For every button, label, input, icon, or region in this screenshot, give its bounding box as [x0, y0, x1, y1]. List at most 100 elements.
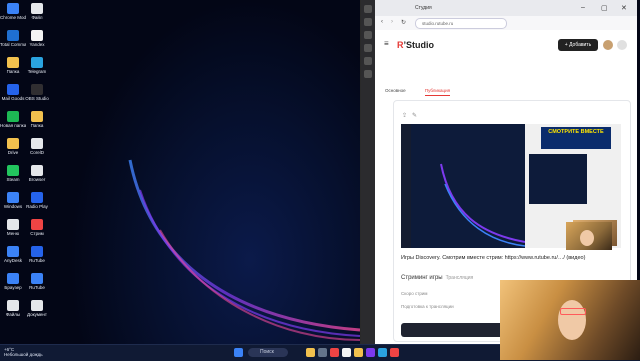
app-icon[interactable]: [354, 348, 363, 357]
desktop-icon-label: Browser: [28, 177, 46, 182]
telegram-icon[interactable]: [378, 348, 387, 357]
video-description: Игры Discovery. Смотрим вместе стрим: ht…: [401, 255, 586, 261]
profile-icon[interactable]: [617, 40, 627, 50]
forward-icon[interactable]: ›: [391, 19, 393, 25]
browser-titlebar: Студия – ▢ ✕: [375, 0, 637, 16]
avatar[interactable]: [603, 40, 613, 50]
desktop-icon[interactable]: Стрим: [24, 219, 50, 236]
app-icon[interactable]: [318, 348, 327, 357]
add-button[interactable]: + Добавить: [558, 39, 598, 51]
preview-desktop-icons: [401, 124, 411, 248]
desktop-icon[interactable]: Документ: [24, 300, 50, 317]
desktop-icon-label: RuTube: [29, 285, 45, 290]
desktop-icon[interactable]: Меню: [0, 219, 26, 236]
webcam-overlay-large: [500, 280, 640, 360]
desktop-icon[interactable]: Browser: [24, 165, 50, 182]
desktop-icon[interactable]: Telegram: [24, 57, 50, 74]
files-icon[interactable]: [306, 348, 315, 357]
edit-icon[interactable]: ✎: [412, 112, 417, 119]
webcam-face: [558, 300, 586, 340]
desktop-icon[interactable]: OBS Studio: [24, 84, 50, 101]
desktop-icon-glyph: [31, 111, 43, 122]
desktop-icon[interactable]: Drive: [0, 138, 26, 155]
desktop-icon-glyph: [31, 30, 43, 41]
desktop-icon-glyph: [7, 138, 19, 149]
webcam-glasses: [560, 308, 586, 315]
video-title: Стриминг игры Трансляция: [401, 275, 473, 281]
back-icon[interactable]: ‹: [381, 19, 383, 25]
vtab-icon[interactable]: [364, 18, 372, 26]
app-icon[interactable]: [390, 348, 399, 357]
desktop-icon[interactable]: Chrome Mode: [0, 3, 26, 20]
desktop-icon-glyph: [31, 3, 43, 14]
desktop-icon[interactable]: RuTube: [24, 246, 50, 263]
desktop-icon-glyph: [7, 84, 19, 95]
desktop-icon-label: Drive: [7, 150, 19, 155]
yandex-icon[interactable]: [342, 348, 351, 357]
taskbar-search[interactable]: Поиск: [248, 348, 288, 357]
desktop-icon[interactable]: Браузер: [0, 273, 26, 290]
desktop-icon[interactable]: Windows: [0, 192, 26, 209]
desktop-icon-label: Total Commander: [0, 42, 26, 47]
desktop-icon[interactable]: RuTube: [24, 273, 50, 290]
desktop-icon-glyph: [31, 219, 43, 230]
desktop-icon-label: Radio Play: [26, 204, 48, 209]
desktop-icon[interactable]: Папка: [24, 111, 50, 128]
desktop-icon-label: Папка: [30, 123, 44, 128]
desktop-icon-glyph: [31, 246, 43, 257]
video-title-text: Стриминг игры: [401, 275, 443, 281]
desktop-icon[interactable]: Yandex: [24, 30, 50, 47]
desktop-icon-glyph: [7, 165, 19, 176]
desktop-icon-glyph: [7, 30, 19, 41]
tab-title[interactable]: Студия: [415, 5, 432, 11]
tab-main[interactable]: Основное: [385, 88, 406, 93]
preview-banner: СМОТРИТЕ ВМЕСТЕ: [541, 127, 611, 149]
desktop-icon-label: Yandex: [29, 42, 45, 47]
tab-publish[interactable]: Публикация: [424, 88, 451, 96]
desktop-icon-glyph: [7, 57, 19, 68]
desktop-icon[interactable]: Steam: [0, 165, 26, 182]
desktop-icon-glyph: [31, 57, 43, 68]
desktop-icon[interactable]: Папка: [0, 57, 26, 74]
app-logo[interactable]: R’Studio: [397, 40, 434, 50]
card-line-1: Скоро стрим: [401, 291, 428, 296]
minimize-icon[interactable]: –: [581, 4, 585, 11]
vtab-icon[interactable]: [364, 57, 372, 65]
desktop-icon-label: Браузер: [4, 285, 22, 290]
desktop-icon[interactable]: Mail Goods: [0, 84, 26, 101]
address-bar: ‹ › ↻ studio.rutube.ru: [375, 16, 637, 31]
app-header: ≡ R’Studio + Добавить: [375, 30, 637, 60]
desktop-icon[interactable]: Total Commander: [0, 30, 26, 47]
vtab-icon[interactable]: [364, 5, 372, 13]
url-field[interactable]: studio.rutube.ru: [415, 18, 507, 29]
weather-text: Небольшой дождь: [4, 352, 43, 357]
desktop-icon-glyph: [7, 273, 19, 284]
desktop-icon-glyph: [7, 3, 19, 14]
reload-icon[interactable]: ↻: [401, 19, 406, 26]
desktop-icon[interactable]: AnyDesk: [0, 246, 26, 263]
weather-widget[interactable]: +6°C Небольшой дождь: [4, 347, 43, 357]
desktop-icon[interactable]: Новая папка: [0, 111, 26, 128]
start-icon[interactable]: [234, 348, 243, 357]
desktop-icon-label: Steam: [6, 177, 20, 182]
menu-icon[interactable]: ≡: [384, 39, 389, 48]
desktop-icon[interactable]: CorelD: [24, 138, 50, 155]
desktop-icon[interactable]: Radio Play: [24, 192, 50, 209]
close-icon[interactable]: ✕: [621, 4, 627, 12]
desktop-icon[interactable]: Файлы: [0, 300, 26, 317]
webcam-face: [580, 230, 594, 246]
vtab-icon[interactable]: [364, 44, 372, 52]
maximize-icon[interactable]: ▢: [601, 4, 608, 12]
app-icon[interactable]: [366, 348, 375, 357]
desktop-icon-glyph: [7, 219, 19, 230]
app-icon[interactable]: [330, 348, 339, 357]
desktop-icon-label: Новая папка: [0, 123, 26, 128]
desktop-icon[interactable]: Файл: [24, 3, 50, 20]
search-label: Поиск: [260, 349, 274, 355]
vtab-icon[interactable]: [364, 70, 372, 78]
share-icon[interactable]: ⇪: [402, 112, 407, 119]
vtab-icon[interactable]: [364, 31, 372, 39]
desktop-icon-label: Файл: [31, 15, 43, 20]
desktop-icon-glyph: [31, 300, 43, 311]
desktop-icon-label: OBS Studio: [25, 96, 49, 101]
